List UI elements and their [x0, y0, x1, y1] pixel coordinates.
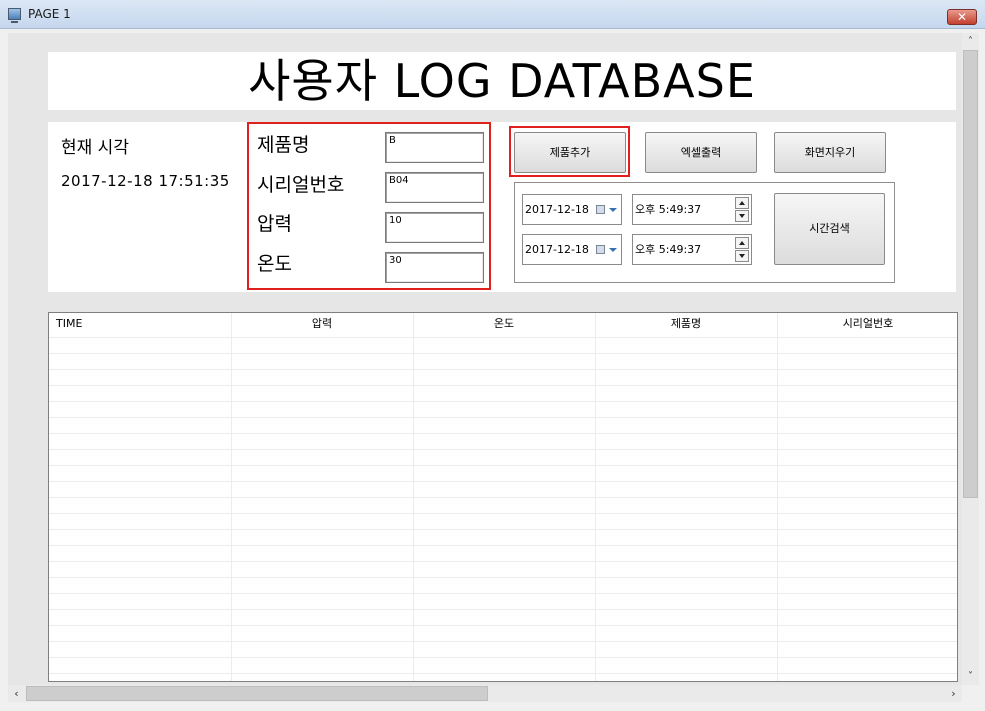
info-panel: 현재 시각 2017-12-18 17:51:35 제품명 B 시리얼번호 B0… [48, 122, 956, 292]
scroll-right-icon[interactable]: › [945, 685, 962, 702]
end-date-picker[interactable]: 2017-12-18 [522, 234, 622, 265]
grid-row-line [49, 657, 957, 658]
column-header-product-name[interactable]: 제품명 [595, 313, 777, 337]
grid-row-line [49, 433, 957, 434]
serial-number-field[interactable]: B04 [385, 172, 484, 203]
pressure-field[interactable]: 10 [385, 212, 484, 243]
page-title: 사용자 LOG DATABASE [248, 54, 756, 108]
grid-row-line [49, 545, 957, 546]
grid-row-line [49, 353, 957, 354]
title-bar[interactable]: PAGE 1 ✕ [0, 0, 985, 29]
pressure-label: 압력 [257, 213, 292, 235]
column-header-serial-number[interactable]: 시리얼번호 [777, 313, 957, 337]
end-time-spinner[interactable] [735, 237, 749, 262]
spin-up-icon[interactable] [735, 237, 749, 249]
serial-number-label: 시리얼번호 [257, 174, 345, 196]
grid-row-line [49, 641, 957, 642]
grid-row-line [49, 385, 957, 386]
vertical-scroll-thumb[interactable] [963, 50, 978, 498]
grid-row-line [49, 417, 957, 418]
spin-down-icon[interactable] [735, 250, 749, 262]
time-search-button[interactable]: 시간검색 [774, 193, 885, 265]
monitor-icon [8, 8, 21, 23]
grid-row-line [49, 625, 957, 626]
end-time-picker[interactable]: 오후 5:49:37 [632, 234, 752, 265]
add-product-button[interactable]: 제품추가 [514, 132, 626, 173]
spin-up-icon[interactable] [735, 197, 749, 209]
client-area: 사용자 LOG DATABASE 현재 시각 2017-12-18 17:51:… [8, 33, 962, 685]
grid-row-line [49, 673, 957, 674]
scroll-down-icon[interactable]: ˅ [962, 668, 979, 685]
grid-row-line [49, 497, 957, 498]
grid-row-line [49, 449, 957, 450]
start-time-value: 오후 5:49:37 [635, 203, 702, 216]
log-data-grid[interactable]: TIME 압력 온도 제품명 시리얼번호 [48, 312, 958, 682]
grid-row-line [49, 337, 957, 338]
start-time-picker[interactable]: 오후 5:49:37 [632, 194, 752, 225]
scroll-up-icon[interactable]: ˄ [962, 33, 979, 50]
app-window: PAGE 1 ✕ 사용자 LOG DATABASE 현재 시각 2017-12-… [0, 0, 985, 711]
start-date-value: 2017-12-18 [525, 203, 589, 216]
chevron-down-icon[interactable] [609, 208, 617, 212]
start-time-spinner[interactable] [735, 197, 749, 222]
temperature-label: 온도 [257, 253, 292, 275]
start-date-picker[interactable]: 2017-12-18 [522, 194, 622, 225]
temperature-field[interactable]: 30 [385, 252, 484, 283]
grid-row-line [49, 561, 957, 562]
close-button[interactable]: ✕ [947, 9, 977, 25]
scroll-left-icon[interactable]: ‹ [8, 685, 25, 702]
vertical-scrollbar[interactable]: ˄ ˅ [962, 33, 979, 685]
current-time-label: 현재 시각 [61, 138, 129, 158]
grid-row-line [49, 513, 957, 514]
column-header-time[interactable]: TIME [49, 313, 231, 337]
product-name-field[interactable]: B [385, 132, 484, 163]
grid-row-line [49, 369, 957, 370]
spin-down-icon[interactable] [735, 210, 749, 222]
grid-row-line [49, 481, 957, 482]
grid-row-line [49, 609, 957, 610]
end-time-value: 오후 5:49:37 [635, 243, 702, 256]
end-date-value: 2017-12-18 [525, 243, 589, 256]
excel-export-button[interactable]: 엑셀출력 [645, 132, 757, 173]
column-header-pressure[interactable]: 압력 [231, 313, 413, 337]
chevron-down-icon[interactable] [609, 248, 617, 252]
grid-row-line [49, 577, 957, 578]
grid-row-line [49, 401, 957, 402]
time-search-group: 2017-12-18 오후 5:49:37 2017-12-18 오후 5:49… [514, 182, 895, 283]
horizontal-scroll-thumb[interactable] [26, 686, 488, 701]
grid-header: TIME 압력 온도 제품명 시리얼번호 [49, 313, 957, 337]
window-title: PAGE 1 [28, 7, 71, 21]
grid-row-line [49, 529, 957, 530]
current-time-value: 2017-12-18 17:51:35 [61, 172, 230, 190]
column-header-temperature[interactable]: 온도 [413, 313, 595, 337]
clear-screen-button[interactable]: 화면지우기 [774, 132, 886, 173]
grid-row-line [49, 593, 957, 594]
header-panel: 사용자 LOG DATABASE [48, 52, 956, 110]
calendar-icon [596, 205, 605, 214]
grid-row-line [49, 465, 957, 466]
horizontal-scrollbar[interactable]: ‹ › [8, 685, 962, 702]
scrollbar-corner [962, 685, 979, 702]
product-name-label: 제품명 [257, 134, 310, 156]
calendar-icon [596, 245, 605, 254]
